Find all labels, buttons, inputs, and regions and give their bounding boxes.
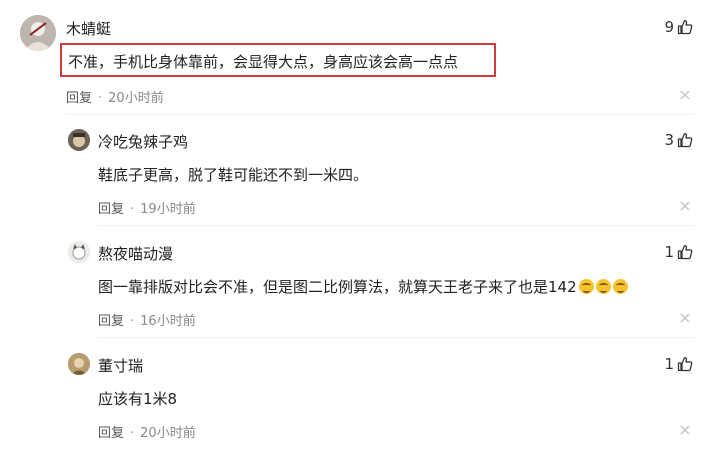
like-button[interactable]: 1 [664, 355, 693, 373]
comment-time: 20小时前 [108, 91, 164, 106]
divider [66, 114, 695, 115]
reply-button[interactable]: 回复 [98, 202, 124, 217]
avatar[interactable] [20, 15, 56, 51]
like-count: 1 [664, 243, 674, 261]
thumbs-up-icon [677, 20, 693, 35]
thumbs-up-icon [677, 357, 693, 372]
like-count: 9 [664, 18, 674, 36]
comment-text-row: 图一靠排版对比会不准，但是图二比例算法，就算天王老子来了也是142 [98, 276, 628, 297]
user-avatar-icon [68, 353, 90, 375]
comment-text: 鞋底子更高，脱了鞋可能还不到一米四。 [98, 166, 369, 184]
comment-meta: 回复 · 16小时前 [98, 310, 196, 329]
user-avatar-icon [20, 15, 56, 51]
avatar[interactable] [68, 129, 90, 151]
dot-separator: · [130, 426, 135, 441]
like-button[interactable]: 3 [664, 131, 693, 149]
divider [98, 225, 695, 226]
like-count: 3 [664, 131, 674, 149]
like-button[interactable]: 1 [664, 243, 693, 261]
user-avatar-icon [68, 129, 90, 151]
avatar[interactable] [68, 241, 90, 263]
dot-separator: · [130, 314, 135, 329]
comment-author[interactable]: 木蜻蜓 [66, 18, 111, 39]
like-count: 1 [664, 355, 674, 373]
comment-text: 不准，手机比身体靠前，会显得大点，身高应该会高一点点 [68, 53, 459, 71]
dot-separator: · [130, 202, 135, 217]
close-icon[interactable] [679, 312, 691, 324]
comment-text: 图一靠排版对比会不准，但是图二比例算法，就算天王老子来了也是142 [98, 278, 577, 296]
reply-button[interactable]: 回复 [98, 426, 124, 441]
laughing-emoji-icon [595, 279, 611, 294]
comment-time: 19小时前 [140, 202, 196, 217]
comment-author[interactable]: 董寸瑞 [98, 355, 143, 376]
comment-text: 应该有1米8 [98, 390, 178, 408]
close-icon[interactable] [679, 200, 691, 212]
dot-separator: · [98, 91, 103, 106]
thumbs-up-icon [677, 133, 693, 148]
reply-button[interactable]: 回复 [98, 314, 124, 329]
like-button[interactable]: 9 [664, 18, 693, 36]
close-icon[interactable] [679, 89, 691, 101]
comment-author[interactable]: 冷吃兔辣子鸡 [98, 131, 188, 152]
comment-meta: 回复 · 20小时前 [98, 422, 196, 441]
comment-author[interactable]: 熬夜喵动漫 [98, 243, 173, 264]
thumbs-up-icon [677, 245, 693, 260]
reply-button[interactable]: 回复 [66, 91, 92, 106]
comment-time: 16小时前 [140, 314, 196, 329]
divider [98, 337, 695, 338]
avatar[interactable] [68, 353, 90, 375]
comment-time: 20小时前 [140, 426, 196, 441]
close-icon[interactable] [679, 424, 691, 436]
laughing-emoji-icon [578, 279, 594, 294]
comment-meta: 回复 · 20小时前 [66, 87, 164, 106]
comment-meta: 回复 · 19小时前 [98, 198, 196, 217]
laughing-emoji-icon [612, 279, 628, 294]
user-avatar-icon [68, 241, 90, 263]
